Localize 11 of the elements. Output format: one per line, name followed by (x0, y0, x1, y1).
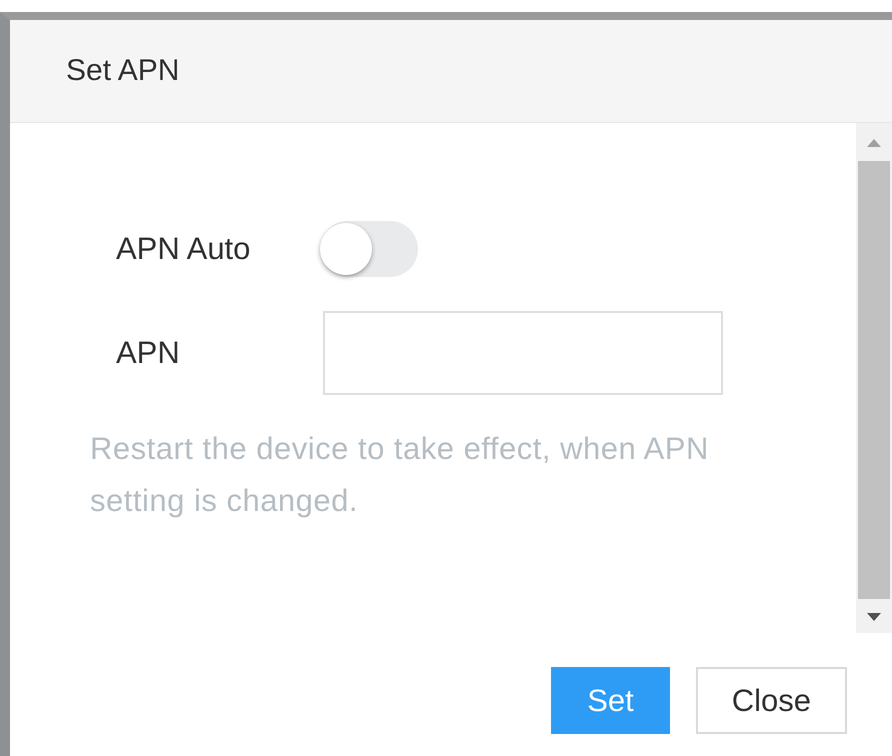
scrollbar[interactable] (856, 123, 892, 633)
input-field[interactable] (323, 311, 723, 395)
scroll-down-icon[interactable] (867, 613, 881, 621)
field-label: APN Auto (115, 231, 252, 267)
field-label: APN (115, 335, 181, 371)
close-button[interactable]: Close (696, 667, 847, 734)
scrollbar-thumb[interactable] (858, 161, 890, 599)
toggle-switch[interactable] (320, 221, 418, 277)
hint-text: Restart the device to take effect, when APN setting is changed. (90, 430, 710, 520)
scroll-up-icon[interactable] (867, 139, 881, 147)
dialog-title: Set APN (66, 54, 180, 88)
